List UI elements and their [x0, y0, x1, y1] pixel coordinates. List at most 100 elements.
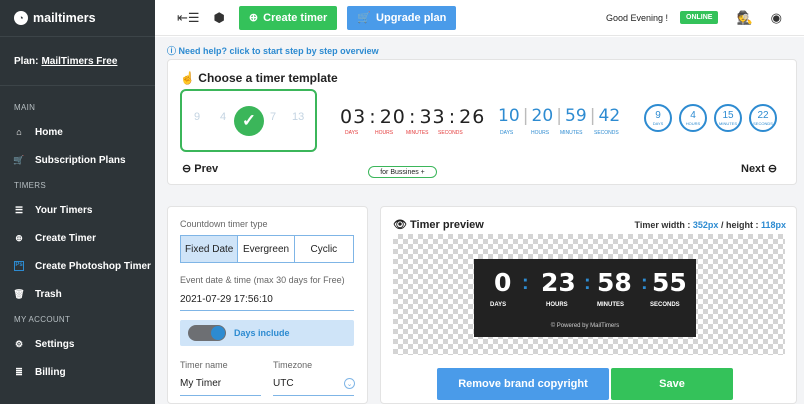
help-link[interactable]: ⓘ Need help? click to start step by step…	[167, 44, 379, 57]
tpl3-seconds: 42	[598, 106, 621, 126]
preview-days: 0	[494, 268, 512, 297]
sidebar-item-label: Billing	[35, 366, 66, 378]
timezone-select[interactable]: UTC	[273, 378, 294, 389]
tpl4-seconds-circle: 22 SECONDS	[749, 104, 777, 132]
cube-icon[interactable]: ⬢	[214, 10, 225, 26]
next-button[interactable]: Next ⊖	[741, 162, 777, 175]
sidebar-item-create-timer[interactable]: ⊕ Create Timer	[0, 224, 155, 252]
main-content: ⓘ Need help? click to start step by step…	[155, 37, 804, 404]
plan-link[interactable]: MailTimers Free	[41, 56, 117, 67]
save-button[interactable]: Save	[611, 368, 733, 400]
sidebar-item-home[interactable]: ⌂ Home	[0, 118, 155, 146]
sidebar-item-trash[interactable]: 🗑 Trash	[0, 280, 155, 308]
preview-canvas: 0 : 23 : 58 : 55 DAYS HOURS MINUTES SECO…	[393, 234, 785, 355]
next-label: Next	[741, 163, 765, 175]
tpl2-label: MINUTES	[406, 130, 429, 136]
brand-name: mailtimers	[33, 11, 96, 25]
template-option-2[interactable]: 03 : 20 : 33 : 26 DAYS HOURS MINUTES SEC…	[340, 106, 486, 136]
tpl2-label: DAYS	[345, 130, 359, 136]
preview-title-text: Timer preview	[410, 219, 484, 231]
plus-circle-icon: ⊕	[15, 232, 23, 243]
plan-label: Plan:	[14, 55, 39, 67]
greeting: Good Evening !	[605, 12, 669, 23]
tpl4-minutes-circle: 15 MINUTES	[714, 104, 742, 132]
tpl2-label: SECONDS	[438, 130, 463, 136]
timer-type-label: Countdown timer type	[180, 219, 268, 229]
template-option-1[interactable]: 9 4 7 13 ✓	[180, 89, 317, 152]
type-evergreen[interactable]: Evergreen	[238, 236, 295, 262]
ghost-num: 4	[220, 111, 227, 123]
sidebar-item-settings[interactable]: ⚙ Settings	[0, 330, 155, 358]
tpl2-hours: 20	[379, 106, 406, 128]
prev-label: Prev	[194, 163, 219, 175]
ghost-num: 7	[270, 111, 277, 123]
timezone-label: Timezone	[273, 360, 313, 370]
tpl3-days: 10	[498, 106, 520, 126]
plus-icon: ⊕	[248, 12, 259, 24]
create-timer-label: Create timer	[263, 11, 328, 24]
timer-preview-box: 0 : 23 : 58 : 55 DAYS HOURS MINUTES SECO…	[474, 259, 696, 337]
sidebar-item-your-timers[interactable]: ☰ Your Timers	[0, 196, 155, 224]
tpl3-minutes: 59	[565, 106, 587, 126]
tpl2-seconds: 26	[459, 106, 486, 128]
tpl3-label: SECONDS	[594, 130, 619, 136]
user-avatar-icon[interactable]: ◉	[771, 10, 782, 26]
hand-pointer-icon: ☝	[180, 71, 195, 85]
days-include-toggle[interactable]	[188, 325, 226, 341]
powered-by-text: © Powered by MailTimers	[550, 323, 620, 329]
width-value: 352px	[692, 220, 719, 230]
date-underline	[180, 310, 354, 311]
template-chooser-card: ☝ Choose a timer template 9 4 7 13 ✓ 03 …	[167, 59, 797, 185]
type-fixed-date[interactable]: Fixed Date	[181, 236, 239, 262]
tpl3-label: MINUTES	[560, 130, 583, 136]
cart-icon: 🛒	[357, 12, 372, 24]
sidebar-item-label: Trash	[35, 288, 62, 300]
section-my-account: MY ACCOUNT	[14, 314, 71, 324]
check-icon: ✓	[234, 106, 264, 136]
gears-icon: ⚙	[14, 338, 24, 349]
height-label: / height :	[720, 220, 759, 230]
ghost-num: 13	[292, 111, 305, 123]
sidebar-item-subscription-plans[interactable]: 🛒 Subscription Plans	[0, 146, 155, 174]
date-label: Event date & time (max 30 days for Free)	[180, 275, 345, 285]
menu-toggle-icon[interactable]: ⇤☰	[177, 10, 200, 26]
template-chooser-title: ☝ Choose a timer template	[180, 71, 338, 85]
remove-brand-button[interactable]: Remove brand copyright	[437, 368, 609, 400]
section-timers: TIMERS	[14, 180, 47, 190]
days-include-label: Days include	[234, 328, 290, 338]
preview-label: HOURS	[546, 302, 568, 308]
sidebar-item-label: Create Photoshop Timer	[35, 260, 151, 272]
sidebar-item-label: Home	[35, 126, 63, 138]
tpl4-days-circle: 9 DAYS	[644, 104, 672, 132]
database-icon: ≣	[15, 366, 23, 377]
tpl3-hours: 20	[531, 106, 554, 126]
type-cyclic[interactable]: Cyclic	[295, 236, 353, 262]
sidebar: ◔ mailtimers Plan: MailTimers Free MAIN …	[0, 0, 155, 404]
tpl4-label: DAYS	[652, 120, 664, 126]
sidebar-item-create-photoshop-timer[interactable]: Ps Create Photoshop Timer	[0, 252, 155, 280]
preview-title: 👁 Timer preview	[393, 218, 484, 231]
tpl4-label: SECONDS	[753, 120, 773, 126]
chevron-down-icon[interactable]: ⌄	[344, 378, 355, 389]
help-text: Need help? click to start step by step o…	[178, 46, 379, 56]
logo-icon: ◔	[14, 11, 28, 25]
prev-button[interactable]: ⊖ Prev	[182, 162, 218, 175]
brand-logo[interactable]: ◔ mailtimers	[0, 0, 155, 36]
eye-icon: 👁	[393, 219, 407, 231]
photoshop-icon: Ps	[14, 261, 24, 271]
template-option-3[interactable]: 10 | 20 | 59 | 42 DAYS HOURS MINUTES SEC…	[498, 106, 621, 136]
tpl4-label: MINUTES	[719, 120, 737, 126]
tpl4-label: HOURS	[685, 120, 701, 126]
sidebar-item-billing[interactable]: ≣ Billing	[0, 358, 155, 386]
preview-minutes: 58	[597, 268, 632, 297]
upgrade-plan-button[interactable]: 🛒 Upgrade plan	[347, 5, 457, 30]
date-input[interactable]: 2021-07-29 17:56:10	[180, 294, 273, 305]
business-plan-tag: for Bussines +	[368, 166, 437, 178]
arrow-left-circle-icon: ⊖	[182, 163, 192, 175]
timer-name-input[interactable]: My Timer	[180, 378, 221, 389]
create-timer-button[interactable]: ⊕ Create timer	[238, 5, 338, 30]
incognito-icon[interactable]: 🕵	[736, 10, 752, 26]
ghost-num: 9	[194, 111, 201, 123]
timer-settings-card: Countdown timer type Fixed Date Evergree…	[167, 206, 368, 404]
height-value: 118px	[760, 220, 786, 230]
